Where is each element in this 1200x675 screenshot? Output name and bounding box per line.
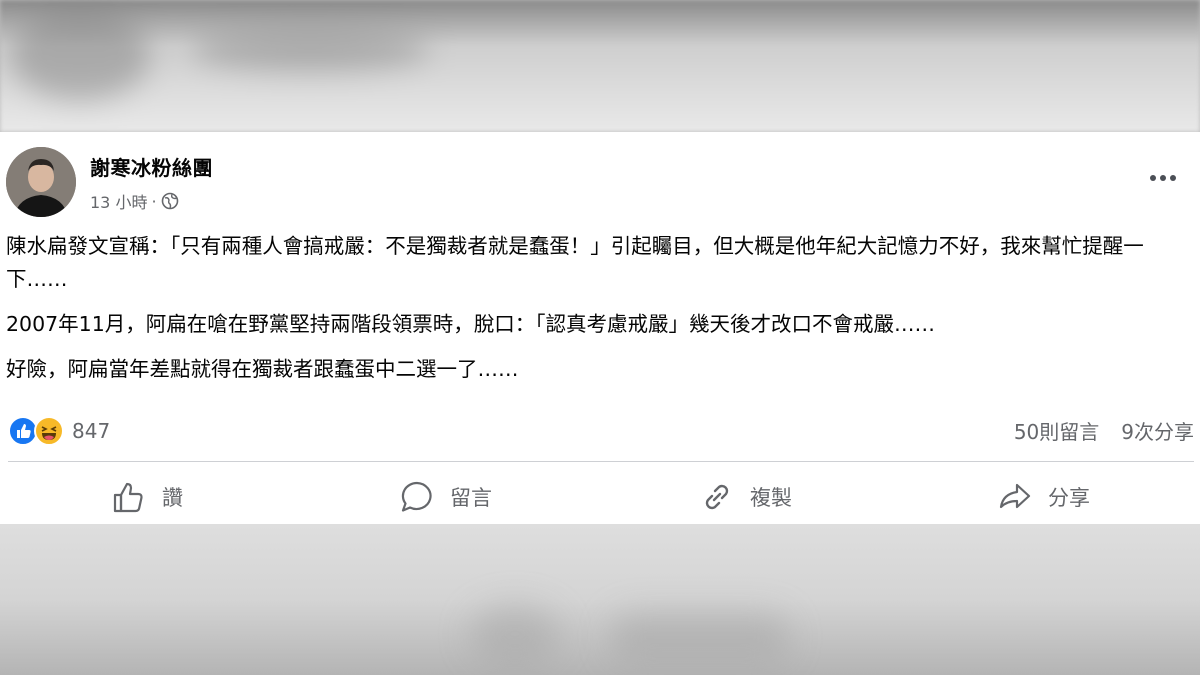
share-button[interactable]: 分享 xyxy=(996,475,1090,519)
more-options-icon[interactable] xyxy=(1146,168,1180,188)
globe-icon xyxy=(161,192,179,210)
comment-label: 留言 xyxy=(450,486,492,510)
post-time[interactable]: 13 小時 xyxy=(90,189,147,213)
post-card: 謝寒冰粉絲團 13 小時 · 陳水扁發文宣稱：「只有兩種人會搞戒嚴：不是獨裁者就… xyxy=(0,132,1200,524)
blurred-background-bottom xyxy=(0,524,1200,675)
comments-count[interactable]: 50則留言 xyxy=(1014,416,1099,445)
reaction-count: 847 xyxy=(72,419,111,443)
post-paragraph-1: 陳水扁發文宣稱：「只有兩種人會搞戒嚴：不是獨裁者就是蠢蛋！」引起矚目，但大概是他… xyxy=(6,234,1144,291)
link-icon xyxy=(698,478,736,516)
copy-button[interactable]: 複製 xyxy=(698,475,792,519)
post-paragraph-2: 2007年11月，阿扁在嗆在野黨堅持兩階段領票時，脫口：「認真考慮戒嚴」幾天後才… xyxy=(6,312,936,336)
thumbs-up-icon xyxy=(110,478,148,516)
post-stats: 50則留言 9次分享 xyxy=(1014,416,1194,445)
share-arrow-icon xyxy=(996,478,1034,516)
divider xyxy=(8,461,1194,462)
author-name[interactable]: 謝寒冰粉絲團 xyxy=(90,152,213,181)
post-paragraph-3: 好險，阿扁當年差點就得在獨裁者跟蠢蛋中二選一了…… xyxy=(6,357,519,381)
blurred-background-top xyxy=(0,0,1200,132)
comment-button[interactable]: 留言 xyxy=(398,475,492,519)
action-bar: 讚 留言 複製 分享 xyxy=(0,475,1200,519)
like-button[interactable]: 讚 xyxy=(110,475,183,519)
share-label: 分享 xyxy=(1048,486,1090,510)
like-label: 讚 xyxy=(162,486,183,510)
haha-reaction-icon xyxy=(34,416,64,446)
comment-icon xyxy=(398,478,436,516)
post-meta: 13 小時 · xyxy=(90,189,179,213)
meta-separator: · xyxy=(151,191,157,211)
post-body: 陳水扁發文宣稱：「只有兩種人會搞戒嚴：不是獨裁者就是蠢蛋！」引起矚目，但大概是他… xyxy=(6,230,1196,398)
shares-count[interactable]: 9次分享 xyxy=(1121,416,1194,445)
reactions-summary[interactable]: 847 xyxy=(8,415,110,447)
copy-label: 複製 xyxy=(750,486,792,510)
avatar[interactable] xyxy=(6,147,76,217)
